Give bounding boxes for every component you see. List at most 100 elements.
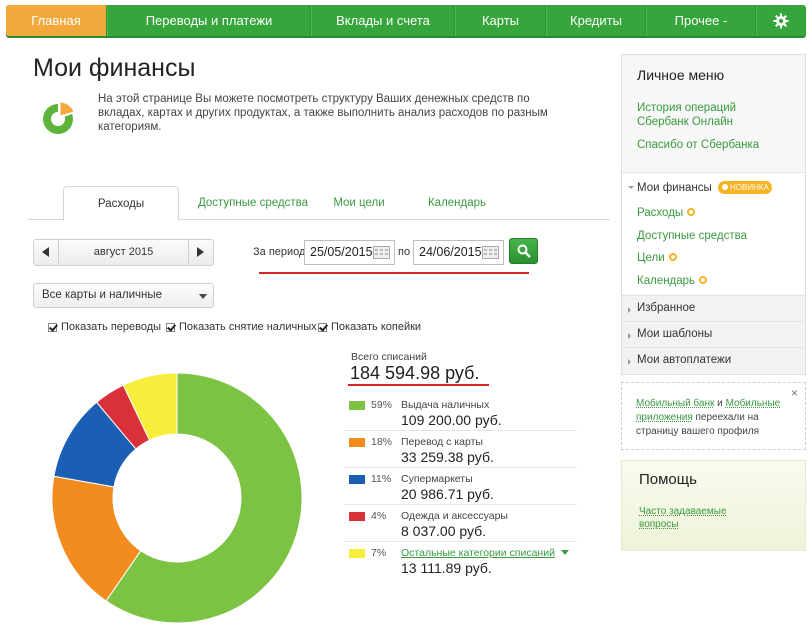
- search-button[interactable]: [509, 238, 538, 264]
- personal-menu-title: Личное меню: [637, 67, 725, 83]
- page-title: Мои финансы: [33, 54, 196, 82]
- legend-row-other[interactable]: 7% Остальные категории списаний 13 111.8…: [345, 542, 577, 579]
- settings-button[interactable]: [756, 5, 804, 36]
- notice-and: и: [714, 398, 726, 409]
- top-navigation: Главная Переводы и платежи Вклады и счет…: [6, 5, 806, 38]
- date-from-value: 25/05/2015: [310, 245, 373, 259]
- sidebar-item-favorites[interactable]: Избранное: [622, 295, 805, 321]
- legend-category: Супермаркеты: [401, 473, 473, 485]
- checkbox-label: Показать копейки: [331, 321, 422, 333]
- legend-row: 11% Супермаркеты 20 986.71 руб.: [345, 468, 577, 505]
- checkbox-icon: [166, 322, 175, 332]
- period-underline: [259, 272, 529, 274]
- legend-amount: 33 259.38 руб.: [401, 449, 494, 465]
- legend-percent: 11%: [371, 473, 392, 485]
- legend-percent: 18%: [371, 436, 393, 448]
- tab-calendar[interactable]: Календарь: [412, 186, 502, 220]
- faq-link[interactable]: Часто задаваемые вопросы: [639, 505, 749, 531]
- legend-swatch: [349, 475, 365, 484]
- next-month-button[interactable]: [188, 240, 213, 265]
- legend-category: Одежда и аксессуары: [401, 510, 508, 522]
- tabs-bar: Расходы Доступные средства Мои цели Кале…: [28, 186, 610, 221]
- help-title: Помощь: [639, 471, 697, 488]
- sidebar-link-expenses[interactable]: Расходы: [637, 206, 696, 220]
- checkbox-label: Показать снятие наличных: [179, 321, 317, 333]
- pie-chart-icon: [43, 101, 75, 134]
- sun-icon: [687, 208, 696, 216]
- expand-icon: [628, 186, 634, 189]
- sidebar-item-templates[interactable]: Мои шаблоны: [622, 321, 805, 347]
- sidebar-item-autopayments[interactable]: Мои автоплатежи: [622, 347, 805, 373]
- close-icon[interactable]: ×: [791, 386, 798, 400]
- show-transfers-checkbox[interactable]: Показать переводы: [48, 321, 161, 333]
- legend-category: Перевод с карты: [401, 436, 483, 448]
- date-to-value: 24/06/2015: [419, 245, 482, 259]
- cards-select[interactable]: Все карты и наличные: [33, 283, 214, 308]
- sun-icon: [668, 253, 677, 261]
- notice-text: Мобильный банк и Мобильные приложения пе…: [636, 397, 786, 439]
- search-icon: [517, 244, 531, 258]
- legend-percent: 59%: [371, 399, 393, 411]
- checkbox-icon: [48, 322, 57, 332]
- sidebar-link-goals[interactable]: Цели: [637, 251, 677, 265]
- expand-icon: [628, 333, 631, 339]
- section-label: Мои автоплатежи: [637, 354, 732, 366]
- cards-select-value: Все карты и наличные: [42, 289, 163, 301]
- nav-item-deposits[interactable]: Вклады и счета: [311, 5, 455, 36]
- to-label: по: [398, 246, 411, 258]
- month-label: август 2015: [93, 246, 154, 258]
- date-from-input[interactable]: 25/05/2015: [304, 240, 395, 265]
- nav-item-credits[interactable]: Кредиты: [546, 5, 646, 36]
- show-cash-withdrawal-checkbox[interactable]: Показать снятие наличных: [166, 321, 317, 333]
- section-label: Избранное: [637, 302, 696, 314]
- nav-item-other[interactable]: Прочее -: [646, 5, 756, 36]
- sun-icon: [699, 276, 708, 284]
- tab-goals[interactable]: Мои цели: [316, 186, 402, 220]
- total-underline: [348, 384, 489, 386]
- legend-amount: 109 200.00 руб.: [401, 412, 502, 428]
- other-categories-link[interactable]: Остальные категории списаний: [401, 547, 555, 559]
- expenses-donut-chart: [51, 372, 303, 624]
- calendar-icon[interactable]: [373, 246, 390, 259]
- period-label: За период: [253, 246, 306, 258]
- legend-percent: 7%: [371, 547, 387, 559]
- month-switcher: август 2015: [33, 239, 214, 266]
- total-value: 184 594.98 руб.: [350, 363, 480, 383]
- calendar-icon[interactable]: [482, 246, 499, 259]
- legend-swatch: [349, 512, 365, 521]
- legend-swatch: [349, 549, 365, 558]
- nav-item-transfers[interactable]: Переводы и платежи: [107, 5, 311, 36]
- intro-text: На этой странице Вы можете посмотреть ст…: [98, 93, 548, 133]
- chevron-down-icon: [199, 294, 207, 299]
- prev-month-button[interactable]: [34, 240, 59, 265]
- spasibo-link[interactable]: Спасибо от Сбербанка: [637, 138, 759, 152]
- gear-icon: [773, 13, 789, 29]
- legend-category: Выдача наличных: [401, 399, 490, 411]
- legend-row: 18% Перевод с карты 33 259.38 руб.: [345, 431, 577, 468]
- legend-amount: 20 986.71 руб.: [401, 486, 494, 502]
- total-label: Всего списаний: [351, 351, 427, 363]
- arrow-left-icon: [42, 247, 49, 257]
- chevron-down-icon[interactable]: [561, 550, 569, 555]
- legend-row: 59% Выдача наличных 109 200.00 руб.: [345, 394, 577, 431]
- legend-amount: 13 111.89 руб.: [401, 560, 492, 576]
- expand-icon: [628, 307, 631, 313]
- legend-swatch: [349, 438, 365, 447]
- date-to-input[interactable]: 24/06/2015: [413, 240, 504, 265]
- tab-expenses[interactable]: Расходы: [63, 186, 179, 221]
- checkbox-label: Показать переводы: [61, 321, 162, 333]
- nav-item-main[interactable]: Главная: [6, 5, 107, 36]
- show-kopecks-checkbox[interactable]: Показать копейки: [318, 321, 421, 333]
- tab-available-funds[interactable]: Доступные средства: [188, 186, 318, 220]
- mobile-bank-link[interactable]: Мобильный банк: [636, 398, 714, 409]
- sidebar-link-calendar[interactable]: Календарь: [637, 274, 708, 288]
- sidebar-link-available-funds[interactable]: Доступные средства: [637, 229, 747, 243]
- nav-item-cards[interactable]: Карты: [455, 5, 546, 36]
- my-finances-title[interactable]: Мои финансы: [637, 181, 712, 195]
- checkbox-icon: [318, 322, 327, 332]
- legend-amount: 8 037.00 руб.: [401, 523, 487, 539]
- new-badge: НОВИНКА: [718, 181, 772, 194]
- arrow-right-icon: [197, 247, 204, 257]
- history-link[interactable]: История операций Сбербанк Онлайн: [637, 101, 787, 129]
- expand-icon: [628, 359, 631, 365]
